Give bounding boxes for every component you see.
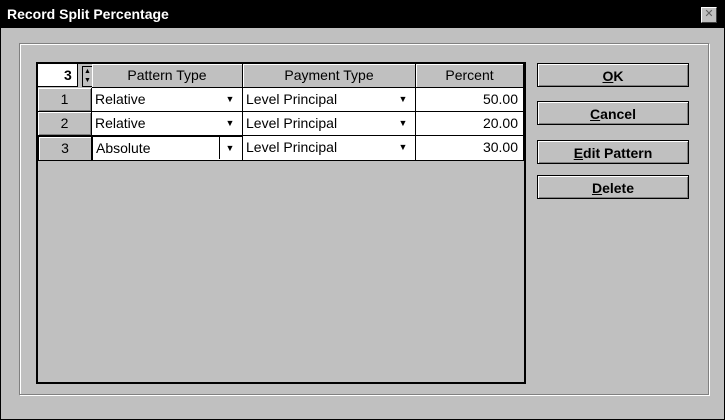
edit-pattern-button[interactable]: Edit Pattern <box>537 140 689 164</box>
column-header-percent[interactable]: Percent <box>416 64 524 88</box>
row-count-value: 3 <box>64 67 72 83</box>
delete-button[interactable]: Delete <box>537 175 689 199</box>
column-header-payment-type[interactable]: Payment Type <box>243 64 416 88</box>
percent-cell-2[interactable]: 20.00 <box>416 112 524 136</box>
percent-cell-1[interactable]: 50.00 <box>416 88 524 112</box>
pattern-type-cell-1[interactable]: Relative ▼ <box>92 88 243 112</box>
delete-label: elete <box>602 180 635 196</box>
dropdown-arrow-icon[interactable]: ▼ <box>220 112 240 134</box>
window-title: Record Split Percentage <box>7 6 169 22</box>
dropdown-arrow-icon[interactable]: ▼ <box>393 88 413 110</box>
payment-type-value: Level Principal <box>246 139 338 155</box>
pattern-type-value: Relative <box>95 115 146 131</box>
edit-pattern-mnemonic: E <box>573 145 584 161</box>
ok-button[interactable]: OK <box>537 63 689 87</box>
spin-down-icon[interactable]: ▼ <box>83 76 92 85</box>
spin-up-icon[interactable]: ▲ <box>83 67 92 76</box>
payment-type-value: Level Principal <box>246 115 338 131</box>
row-header-3[interactable]: 3 <box>38 136 92 161</box>
record-split-percentage-dialog: Record Split Percentage ✕ 3 ▲ ▼ Pattern … <box>0 0 725 420</box>
cancel-label: ancel <box>600 106 636 122</box>
payment-type-cell-3[interactable]: Level Principal ▼ <box>243 136 416 161</box>
ok-label: K <box>613 68 624 84</box>
payment-type-cell-1[interactable]: Level Principal ▼ <box>243 88 416 112</box>
delete-mnemonic: D <box>591 180 603 196</box>
dropdown-arrow-icon[interactable]: ▼ <box>393 136 413 158</box>
dropdown-arrow-icon[interactable]: ▼ <box>220 88 240 110</box>
pattern-type-value: Absolute <box>96 140 151 156</box>
dropdown-arrow-icon[interactable]: ▼ <box>219 137 240 159</box>
payment-type-value: Level Principal <box>246 91 338 107</box>
row-header-1[interactable]: 1 <box>38 88 92 112</box>
edit-pattern-label: dit Pattern <box>583 145 653 161</box>
pattern-type-value: Relative <box>95 91 146 107</box>
percent-cell-3[interactable]: 30.00 <box>416 136 524 161</box>
pattern-type-cell-3[interactable]: Absolute ▼ <box>92 136 243 161</box>
close-icon[interactable]: ✕ <box>701 7 717 23</box>
split-grid: 3 ▲ ▼ Pattern Type Payment Type Percent … <box>36 62 526 384</box>
cancel-button[interactable]: Cancel <box>537 101 689 125</box>
row-count-field[interactable]: 3 <box>38 64 78 87</box>
payment-type-cell-2[interactable]: Level Principal ▼ <box>243 112 416 136</box>
ok-mnemonic: O <box>602 68 614 84</box>
title-bar[interactable]: Record Split Percentage ✕ <box>1 1 724 28</box>
cancel-mnemonic: C <box>590 106 601 122</box>
dropdown-arrow-icon[interactable]: ▼ <box>393 112 413 134</box>
pattern-type-cell-2[interactable]: Relative ▼ <box>92 112 243 136</box>
row-header-2[interactable]: 2 <box>38 112 92 136</box>
column-header-pattern-type[interactable]: Pattern Type <box>92 64 243 88</box>
